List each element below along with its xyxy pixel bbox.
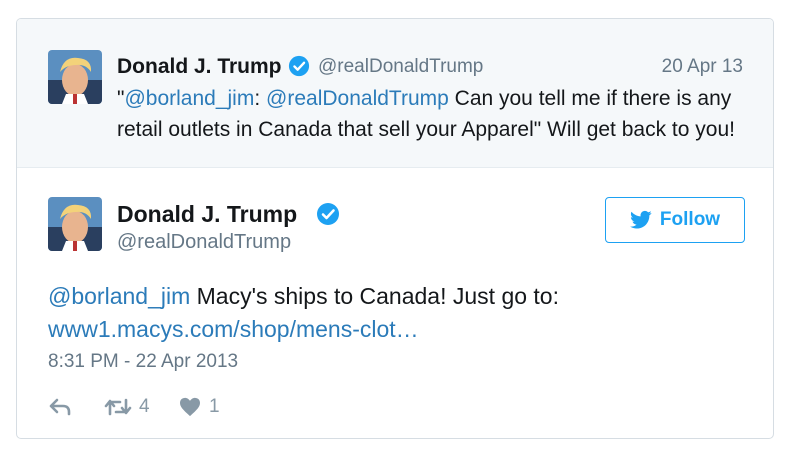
author-name[interactable]: Donald J. Trump (117, 201, 297, 228)
follow-button[interactable]: Follow (605, 197, 745, 243)
verified-badge-icon (288, 55, 310, 77)
retweet-button[interactable]: 4 (104, 396, 178, 418)
tweet-date[interactable]: 20 Apr 13 (662, 56, 743, 78)
follow-label: Follow (659, 209, 721, 230)
text-fragment: : (254, 87, 267, 110)
tweet-actions: 4 1 (48, 395, 220, 419)
mention-link[interactable]: @borland_jim (124, 87, 254, 110)
like-button[interactable]: 1 (178, 396, 220, 418)
reply-icon (49, 398, 71, 416)
text-fragment: Macy's ships to Canada! Just go to: (190, 283, 559, 309)
author-name[interactable]: Donald J. Trump (117, 55, 282, 79)
parent-tweet[interactable]: Donald J. Trump @realDonaldTrump 20 Apr … (17, 19, 773, 168)
reply-button[interactable] (48, 397, 104, 417)
twitter-bird-icon (629, 210, 652, 229)
avatar[interactable] (48, 50, 102, 104)
avatar[interactable] (48, 197, 102, 251)
author-handle[interactable]: @realDonaldTrump (117, 231, 291, 254)
mention-link[interactable]: @realDonaldTrump (266, 87, 449, 110)
retweet-count: 4 (139, 396, 150, 417)
heart-icon (180, 397, 200, 417)
retweet-icon (104, 398, 132, 416)
tweet-timestamp[interactable]: 8:31 PM - 22 Apr 2013 (48, 351, 238, 373)
like-count: 1 (209, 396, 220, 417)
tweet-text: @borland_jim Macy's ships to Canada! Jus… (48, 280, 748, 346)
tweet-text: "@borland_jim: @realDonaldTrump Can you … (117, 83, 757, 145)
verified-badge-icon (317, 203, 339, 225)
author-handle[interactable]: @realDonaldTrump (318, 56, 483, 78)
url-link[interactable]: www1.macys.com/shop/mens-clot… (48, 316, 419, 342)
mention-link[interactable]: @borland_jim (48, 283, 190, 309)
tweet-embed-card: Donald J. Trump @realDonaldTrump 20 Apr … (16, 18, 774, 439)
